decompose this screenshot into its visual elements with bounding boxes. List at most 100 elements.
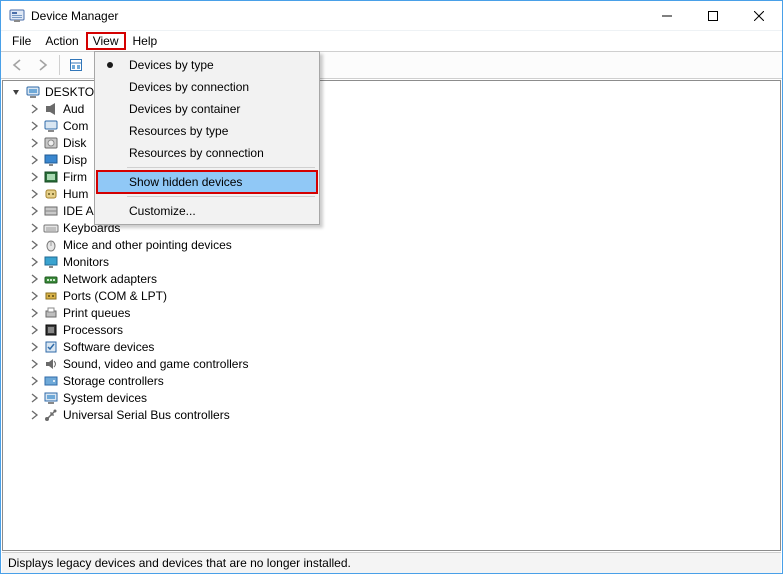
chevron-right-icon[interactable]	[27, 238, 41, 252]
chevron-right-icon[interactable]	[27, 357, 41, 371]
chevron-right-icon[interactable]	[27, 153, 41, 167]
tree-item-label: Firm	[63, 170, 87, 184]
menu-devices-by-type[interactable]: Devices by type	[97, 54, 317, 76]
tree-item-label: Hum	[63, 187, 88, 201]
menu-separator	[127, 167, 315, 168]
tree-item[interactable]: Storage controllers	[7, 372, 780, 389]
maximize-button[interactable]	[690, 1, 736, 31]
firmware-icon	[43, 169, 59, 185]
storage-icon	[43, 373, 59, 389]
sound-icon	[43, 356, 59, 372]
tree-item[interactable]: Monitors	[7, 253, 780, 270]
tree-item-label: Ports (COM & LPT)	[63, 289, 167, 303]
chevron-right-icon[interactable]	[27, 272, 41, 286]
tree-item-label: Processors	[63, 323, 123, 337]
menu-file[interactable]: File	[5, 33, 38, 49]
chevron-right-icon[interactable]	[27, 204, 41, 218]
menu-resources-by-type[interactable]: Resources by type	[97, 120, 317, 142]
title-bar: Device Manager	[1, 1, 782, 31]
disk-icon	[43, 135, 59, 151]
chevron-right-icon[interactable]	[27, 306, 41, 320]
chevron-right-icon[interactable]	[27, 374, 41, 388]
menu-item-label: Resources by type	[129, 124, 228, 138]
menu-item-label: Customize...	[129, 204, 196, 218]
usb-icon	[43, 407, 59, 423]
menu-item-label: Devices by type	[129, 58, 214, 72]
menu-resources-by-connection[interactable]: Resources by connection	[97, 142, 317, 164]
menu-action[interactable]: Action	[38, 33, 85, 49]
chevron-right-icon[interactable]	[27, 170, 41, 184]
menu-item-label: Devices by connection	[129, 80, 249, 94]
system-icon	[43, 390, 59, 406]
chevron-right-icon[interactable]	[27, 408, 41, 422]
tree-item[interactable]: Print queues	[7, 304, 780, 321]
chevron-right-icon[interactable]	[27, 255, 41, 269]
chevron-right-icon[interactable]	[27, 340, 41, 354]
tree-item[interactable]: Ports (COM & LPT)	[7, 287, 780, 304]
chevron-down-icon[interactable]	[9, 85, 23, 99]
tree-item-label: Monitors	[63, 255, 109, 269]
display-icon	[43, 152, 59, 168]
tree-item-label: Sound, video and game controllers	[63, 357, 248, 371]
status-text: Displays legacy devices and devices that…	[8, 556, 351, 570]
menu-bar: File Action View Help	[1, 31, 782, 51]
menu-customize[interactable]: Customize...	[97, 200, 317, 222]
tree-item[interactable]: Network adapters	[7, 270, 780, 287]
chevron-right-icon[interactable]	[27, 391, 41, 405]
tree-item[interactable]: Software devices	[7, 338, 780, 355]
chevron-right-icon[interactable]	[27, 221, 41, 235]
chevron-right-icon[interactable]	[27, 136, 41, 150]
cpu-icon	[43, 322, 59, 338]
menu-item-label: Show hidden devices	[129, 175, 242, 189]
ide-icon	[43, 203, 59, 219]
chevron-right-icon[interactable]	[27, 187, 41, 201]
chevron-right-icon[interactable]	[27, 102, 41, 116]
forward-button[interactable]	[31, 54, 55, 76]
tree-item-label: Disk	[63, 136, 86, 150]
chevron-right-icon[interactable]	[27, 289, 41, 303]
monitor-icon	[43, 254, 59, 270]
computer-icon	[25, 84, 41, 100]
computer-icon	[43, 118, 59, 134]
tree-item-label: Mice and other pointing devices	[63, 238, 232, 252]
mouse-icon	[43, 237, 59, 253]
window-title: Device Manager	[31, 9, 644, 23]
menu-item-label: Resources by connection	[129, 146, 264, 160]
menu-show-hidden-devices[interactable]: Show hidden devices	[97, 171, 317, 193]
tree-item[interactable]: Sound, video and game controllers	[7, 355, 780, 372]
tree-item[interactable]: System devices	[7, 389, 780, 406]
menu-devices-by-container[interactable]: Devices by container	[97, 98, 317, 120]
minimize-button[interactable]	[644, 1, 690, 31]
tree-item-label: Network adapters	[63, 272, 157, 286]
tree-item-label: Universal Serial Bus controllers	[63, 408, 230, 422]
tree-item-label: Software devices	[63, 340, 154, 354]
tree-item-label: IDE A	[63, 204, 94, 218]
tree-item-label: Print queues	[63, 306, 130, 320]
menu-view[interactable]: View	[86, 32, 126, 50]
close-button[interactable]	[736, 1, 782, 31]
tree-item-label: System devices	[63, 391, 147, 405]
software-icon	[43, 339, 59, 355]
tree-root-label: DESKTO	[45, 85, 94, 99]
back-button[interactable]	[5, 54, 29, 76]
chevron-right-icon[interactable]	[27, 119, 41, 133]
app-icon	[9, 8, 25, 24]
status-bar: Displays legacy devices and devices that…	[2, 552, 781, 573]
menu-devices-by-connection[interactable]: Devices by connection	[97, 76, 317, 98]
menu-item-label: Devices by container	[129, 102, 240, 116]
port-icon	[43, 288, 59, 304]
view-menu-dropdown: Devices by type Devices by connection De…	[94, 51, 320, 225]
properties-button[interactable]	[64, 54, 88, 76]
tree-item-label: Disp	[63, 153, 87, 167]
network-icon	[43, 271, 59, 287]
tree-item-label: Aud	[63, 102, 84, 116]
chevron-right-icon[interactable]	[27, 323, 41, 337]
menu-help[interactable]: Help	[126, 33, 165, 49]
tree-item[interactable]: Universal Serial Bus controllers	[7, 406, 780, 423]
keyboard-icon	[43, 220, 59, 236]
tree-item[interactable]: Processors	[7, 321, 780, 338]
tree-item[interactable]: Mice and other pointing devices	[7, 236, 780, 253]
menu-separator	[127, 196, 315, 197]
toolbar-separator	[59, 55, 60, 75]
tree-item-label: Com	[63, 119, 88, 133]
